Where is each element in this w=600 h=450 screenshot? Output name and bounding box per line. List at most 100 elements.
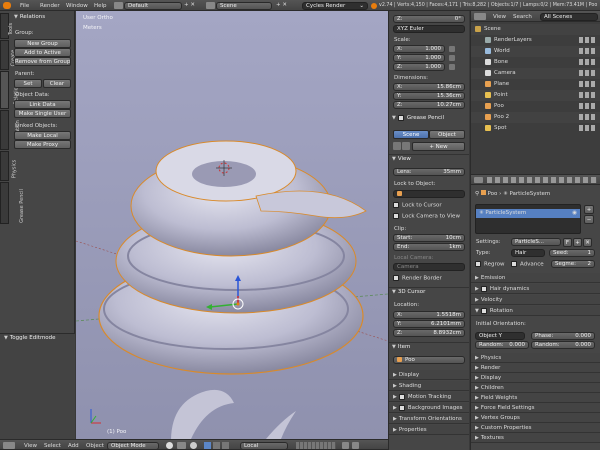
orientation-select[interactable]: Object Y: [475, 332, 525, 340]
translate-icon[interactable]: [204, 442, 211, 449]
visibility-icons[interactable]: [579, 59, 595, 65]
parent-clear-button[interactable]: Clear: [43, 79, 71, 88]
pivot-icon[interactable]: [177, 442, 186, 449]
outliner-item[interactable]: Point: [471, 90, 600, 101]
outliner-item[interactable]: Poo 2: [471, 112, 600, 123]
particle-system-list[interactable]: ✳ ParticleSystem ◉: [475, 204, 581, 234]
grease-pencil-checkbox[interactable]: [397, 114, 404, 121]
rotation-z-field[interactable]: Z: 0°: [393, 15, 465, 23]
outliner-menu-search[interactable]: Search: [513, 14, 532, 20]
menu-object[interactable]: Object: [86, 443, 104, 449]
make-proxy-button[interactable]: Make Proxy: [14, 140, 71, 149]
phase-field[interactable]: Phase: 0.000: [531, 332, 595, 340]
tab-create[interactable]: Create: [0, 40, 16, 70]
gp-data-browse-icon[interactable]: [402, 142, 410, 150]
breadcrumb-object[interactable]: Poo: [488, 191, 498, 197]
collapsed-panel[interactable]: ▶ Display: [471, 373, 600, 383]
outliner-item[interactable]: World: [471, 46, 600, 57]
visibility-icons[interactable]: [579, 48, 595, 54]
outliner-item[interactable]: Bone: [471, 57, 600, 68]
hair-dynamics-checkbox[interactable]: [480, 285, 487, 292]
layers-icon[interactable]: [296, 442, 336, 449]
motion-tracking-checkbox[interactable]: [398, 393, 405, 400]
visibility-icons[interactable]: [579, 125, 595, 131]
link-data-button[interactable]: Link Data: [14, 100, 71, 109]
add-to-active-button[interactable]: Add to Active: [14, 48, 71, 57]
settings-datablock[interactable]: ParticleS...: [511, 238, 561, 246]
unlink-settings-button[interactable]: ✕: [583, 238, 592, 247]
cursor-z-field[interactable]: Z: 8.8932cm: [393, 329, 465, 337]
transform-orientations-panel[interactable]: ▶ Transform Orientations: [389, 414, 469, 424]
type-select[interactable]: Hair: [511, 249, 545, 257]
lock-cursor-checkbox[interactable]: [393, 202, 399, 208]
screen-layout-select[interactable]: Default: [124, 2, 182, 10]
visibility-icons[interactable]: [579, 103, 595, 109]
collapsed-panel[interactable]: ▶ Force Field Settings: [471, 403, 600, 413]
menu-select[interactable]: Select: [44, 443, 61, 449]
lock-object-field[interactable]: [393, 190, 465, 198]
lens-field[interactable]: Lens: 35mm: [393, 168, 465, 176]
motion-tracking-panel[interactable]: ▶ Motion Tracking: [389, 392, 469, 402]
random-phase-field[interactable]: Random: 0.000: [531, 341, 595, 349]
lock-scale-x-icon[interactable]: [449, 46, 455, 52]
outliner-item[interactable]: RenderLayers: [471, 35, 600, 46]
background-images-panel[interactable]: ▶ Background Images: [389, 403, 469, 413]
scene-icon[interactable]: [206, 2, 215, 9]
outliner-filter-select[interactable]: All Scenes: [540, 13, 598, 21]
hair-dynamics-panel[interactable]: ▶ Hair dynamics: [471, 284, 600, 294]
outliner-item[interactable]: Scene: [471, 24, 600, 35]
menu-render[interactable]: Render: [40, 3, 60, 9]
grease-pencil-header[interactable]: ▼ Grease Pencil: [389, 114, 469, 123]
cursor-x-field[interactable]: X: 1.5518m: [393, 311, 465, 319]
add-layout-icon[interactable]: + ✕: [184, 2, 195, 8]
lock-to-cursor-option[interactable]: Lock to Cursor: [393, 202, 442, 209]
background-images-checkbox[interactable]: [398, 404, 405, 411]
tab-relations[interactable]: Relations: [0, 71, 19, 109]
tab-grease-pencil[interactable]: Grease Pencil: [0, 182, 24, 224]
add-scene-icon[interactable]: + ✕: [276, 2, 287, 8]
item-panel-header[interactable]: ▼ Item: [389, 342, 469, 351]
rotation-checkbox[interactable]: [480, 307, 487, 314]
manipulator-icon[interactable]: [190, 442, 197, 449]
lock-scale-y-icon[interactable]: [449, 55, 455, 61]
menu-file[interactable]: File: [20, 3, 29, 9]
render-preview-icon[interactable]: [352, 442, 359, 449]
pencil-icon[interactable]: [393, 142, 401, 150]
properties-editor-icon[interactable]: [474, 177, 483, 183]
lock-camera-option[interactable]: Lock Camera to View: [393, 213, 460, 220]
clip-start-field[interactable]: Start: 10cm: [393, 234, 465, 242]
remove-from-group-button[interactable]: Remove from Group: [14, 57, 71, 66]
mode-select[interactable]: Object Mode: [107, 442, 159, 450]
visibility-icons[interactable]: [579, 37, 595, 43]
relations-panel-header[interactable]: ▼ Relations: [11, 13, 73, 22]
lock-camera-checkbox[interactable]: [393, 213, 399, 219]
snap-icon[interactable]: [342, 442, 349, 449]
item-name-field[interactable]: Poo: [393, 356, 465, 364]
regrow-option[interactable]: Regrow: [475, 261, 504, 268]
scale-z-field[interactable]: Z: 1.000: [393, 63, 445, 71]
seed-field[interactable]: Seed: 1: [549, 249, 595, 257]
visibility-icons[interactable]: [579, 70, 595, 76]
outliner-item[interactable]: Camera: [471, 68, 600, 79]
particle-system-row[interactable]: ✳ ParticleSystem ◉: [476, 209, 580, 218]
blender-logo-icon[interactable]: [3, 2, 11, 9]
view-panel-header[interactable]: ▼ View: [389, 154, 469, 163]
scene-select[interactable]: Scene: [216, 2, 272, 10]
add-particle-system-button[interactable]: +: [584, 205, 594, 214]
breadcrumb-particles[interactable]: ParticleSystem: [509, 191, 550, 197]
segments-field[interactable]: Segme: 2: [551, 260, 595, 268]
gp-object-tab[interactable]: Object: [429, 130, 465, 139]
parent-set-button[interactable]: Set: [14, 79, 42, 88]
operator-header[interactable]: ▼ Toggle Editmode: [0, 334, 75, 343]
collapsed-panel[interactable]: ▶ Children: [471, 383, 600, 393]
3d-cursor-panel-header[interactable]: ▼ 3D Cursor: [389, 287, 469, 296]
outliner-item[interactable]: Plane: [471, 79, 600, 90]
collapsed-panel[interactable]: ▶ Custom Properties: [471, 423, 600, 433]
display-panel[interactable]: ▶ Display: [389, 370, 469, 380]
regrow-checkbox[interactable]: [475, 261, 481, 267]
visibility-icons[interactable]: [579, 114, 595, 120]
clip-end-field[interactable]: End: 1km: [393, 243, 465, 251]
poo-mesh[interactable]: [98, 140, 367, 439]
new-group-button[interactable]: New Group: [14, 39, 71, 48]
outliner-editor-icon[interactable]: [474, 13, 486, 20]
